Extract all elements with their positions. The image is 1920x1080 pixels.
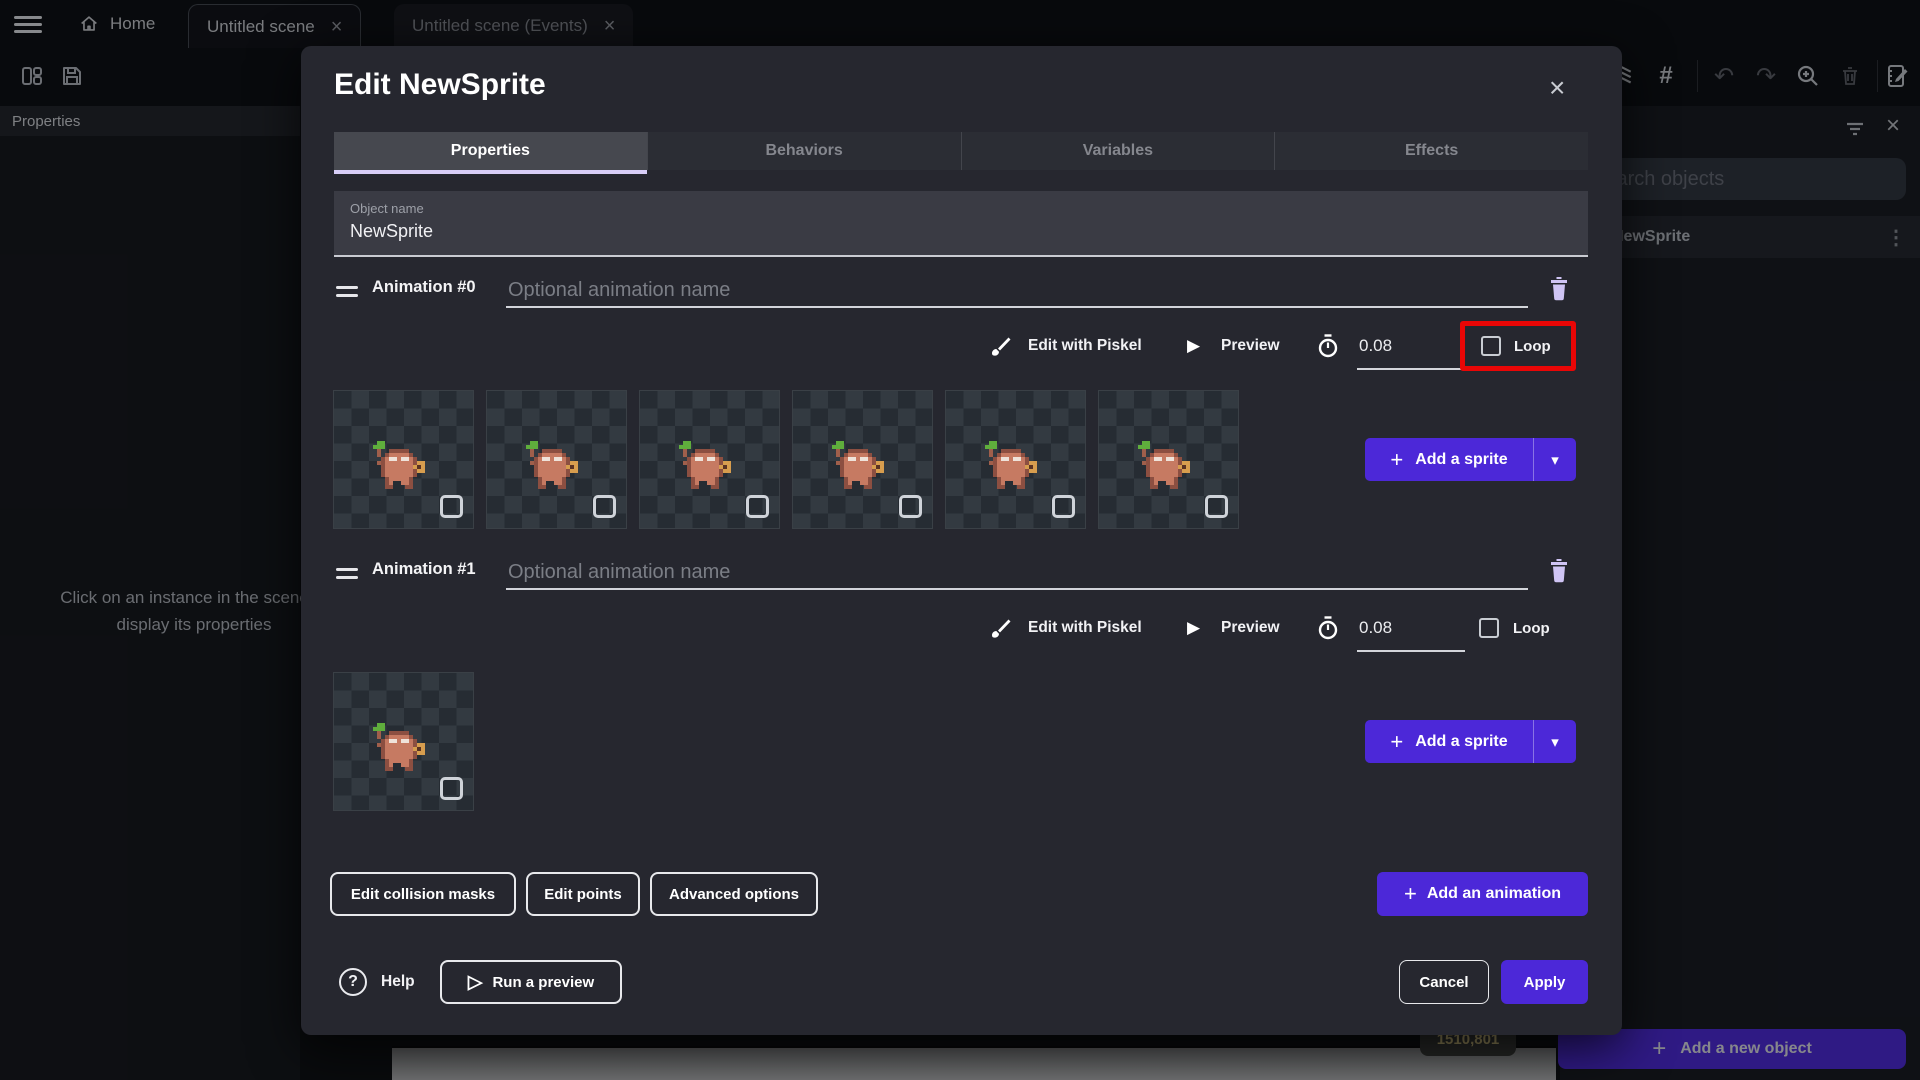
plus-icon: + bbox=[1390, 728, 1404, 754]
edit-with-piskel-button[interactable]: Edit with Piskel bbox=[1028, 606, 1142, 650]
run-a-preview-button[interactable]: ▷ Run a preview bbox=[440, 960, 622, 1004]
animation-frames-row bbox=[333, 390, 1239, 529]
plus-icon: + bbox=[1403, 881, 1417, 906]
play-icon[interactable]: ▶ bbox=[1187, 606, 1200, 650]
advanced-options-button[interactable]: Advanced options bbox=[650, 872, 818, 916]
animation-name-input[interactable] bbox=[506, 272, 1532, 308]
drag-handle-icon[interactable] bbox=[336, 286, 358, 302]
dialog-tabs: Properties Behaviors Variables Effects bbox=[334, 132, 1588, 174]
frame-select-checkbox[interactable] bbox=[440, 777, 463, 800]
loop-label: Loop bbox=[1514, 337, 1551, 355]
animation-controls-row: Edit with Piskel ▶ Preview Loop bbox=[330, 321, 1581, 371]
delete-animation-icon[interactable] bbox=[1546, 274, 1572, 307]
app-window: Home Untitled scene × Untitled scene (Ev… bbox=[0, 0, 1920, 1080]
loop-checkbox[interactable] bbox=[1481, 324, 1501, 368]
tab-effects[interactable]: Effects bbox=[1274, 132, 1588, 170]
frame-select-checkbox[interactable] bbox=[440, 495, 463, 518]
object-name-field-label: Object name bbox=[350, 201, 424, 216]
time-between-frames-field[interactable] bbox=[1357, 323, 1465, 370]
sprite-frame-thumbnail[interactable] bbox=[639, 390, 780, 529]
animation-controls-row: Edit with Piskel ▶ Preview Loop bbox=[330, 605, 1581, 652]
object-name-field[interactable]: Object name NewSprite bbox=[334, 191, 1588, 257]
tab-behaviors[interactable]: Behaviors bbox=[646, 132, 961, 170]
play-icon[interactable]: ▶ bbox=[1187, 324, 1200, 368]
animation-section-1: Animation #1 Edit with Piskel ▶ Preview bbox=[330, 554, 1581, 860]
delete-animation-icon[interactable] bbox=[1546, 556, 1572, 589]
animation-label: Animation #1 bbox=[372, 560, 476, 578]
sprite-frame-thumbnail[interactable] bbox=[945, 390, 1086, 529]
edit-points-button[interactable]: Edit points bbox=[526, 872, 640, 916]
brush-icon[interactable] bbox=[989, 324, 1013, 368]
edit-with-piskel-button[interactable]: Edit with Piskel bbox=[1028, 324, 1142, 368]
frame-select-checkbox[interactable] bbox=[1052, 495, 1075, 518]
help-icon: ? bbox=[339, 968, 367, 996]
dialog-title: Edit NewSprite bbox=[334, 68, 546, 101]
sprite-frame-thumbnail[interactable] bbox=[1098, 390, 1239, 529]
plus-icon: + bbox=[1390, 446, 1404, 472]
sprite-frame-thumbnail[interactable] bbox=[486, 390, 627, 529]
time-between-frames-field[interactable] bbox=[1357, 605, 1465, 652]
animation-section-0: Animation #0 Edit with Piskel ▶ Preview bbox=[330, 272, 1581, 560]
play-outline-icon: ▷ bbox=[467, 971, 483, 993]
animation-label: Animation #0 bbox=[372, 278, 476, 296]
stopwatch-icon bbox=[1315, 606, 1341, 650]
frame-select-checkbox[interactable] bbox=[746, 495, 769, 518]
sprite-frame-thumbnail[interactable] bbox=[792, 390, 933, 529]
add-a-sprite-button[interactable]: + Add a sprite ▾ bbox=[1365, 720, 1576, 763]
sprite-frame-thumbnail[interactable] bbox=[333, 672, 474, 811]
brush-icon[interactable] bbox=[989, 606, 1013, 650]
time-between-frames-input[interactable] bbox=[1357, 323, 1465, 369]
add-sprite-dropdown-caret[interactable]: ▾ bbox=[1533, 438, 1576, 481]
preview-button[interactable]: Preview bbox=[1221, 606, 1280, 650]
help-button[interactable]: ? Help bbox=[339, 960, 415, 1004]
tab-properties[interactable]: Properties bbox=[334, 132, 647, 174]
add-a-sprite-button[interactable]: + Add a sprite ▾ bbox=[1365, 438, 1576, 481]
preview-button[interactable]: Preview bbox=[1221, 324, 1280, 368]
frame-select-checkbox[interactable] bbox=[899, 495, 922, 518]
edit-collision-masks-button[interactable]: Edit collision masks bbox=[330, 872, 516, 916]
frame-select-checkbox[interactable] bbox=[1205, 495, 1228, 518]
sprite-frame-thumbnail[interactable] bbox=[333, 390, 474, 529]
animation-name-field[interactable] bbox=[506, 554, 1532, 590]
time-between-frames-input[interactable] bbox=[1357, 605, 1465, 651]
loop-label: Loop bbox=[1513, 619, 1550, 637]
loop-checkbox[interactable] bbox=[1479, 606, 1499, 650]
animation-name-input[interactable] bbox=[506, 554, 1532, 590]
apply-button[interactable]: Apply bbox=[1501, 960, 1588, 1004]
cancel-button[interactable]: Cancel bbox=[1399, 960, 1489, 1004]
animation-name-field[interactable] bbox=[506, 272, 1532, 308]
stopwatch-icon bbox=[1315, 324, 1341, 368]
frame-select-checkbox[interactable] bbox=[593, 495, 616, 518]
add-sprite-dropdown-caret[interactable]: ▾ bbox=[1533, 720, 1576, 763]
object-name-field-value: NewSprite bbox=[350, 221, 434, 241]
tab-variables[interactable]: Variables bbox=[960, 132, 1275, 170]
close-dialog-icon[interactable]: × bbox=[1549, 72, 1565, 104]
edit-sprite-dialog: Edit NewSprite × Properties Behaviors Va… bbox=[301, 46, 1622, 1035]
drag-handle-icon[interactable] bbox=[336, 568, 358, 584]
animation-frames-row bbox=[333, 672, 474, 811]
add-an-animation-button[interactable]: + Add an animation bbox=[1377, 872, 1588, 916]
